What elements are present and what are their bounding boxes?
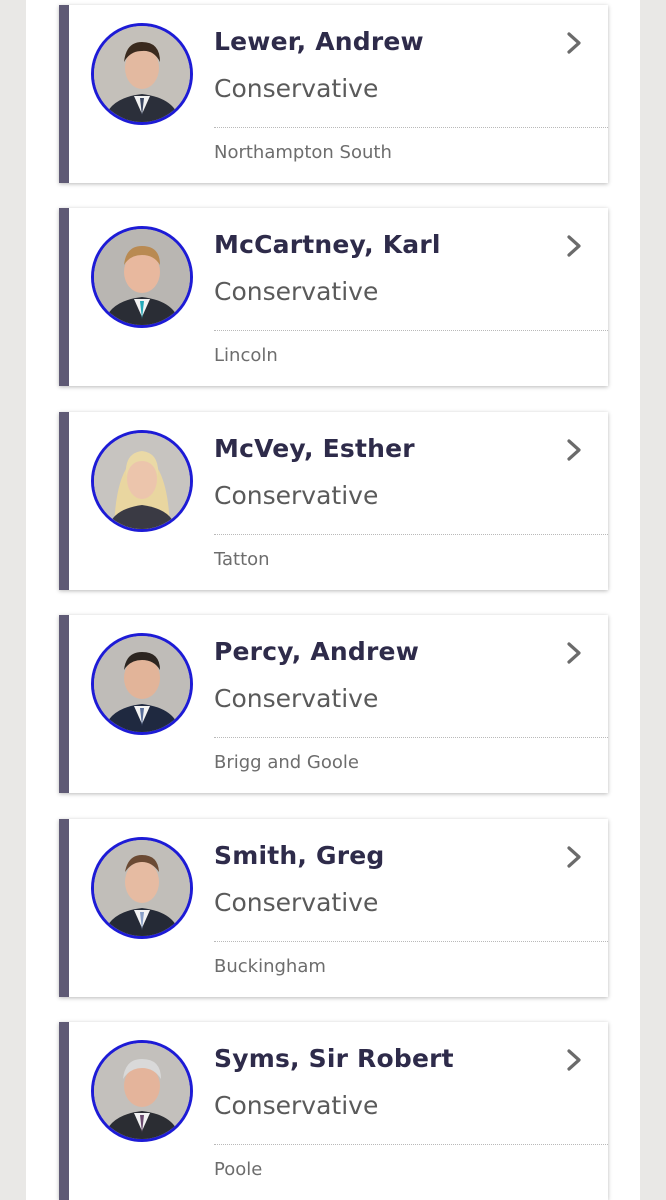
member-party: Conservative [214,1091,379,1120]
member-card-smith-greg[interactable]: Smith, Greg Conservative Buckingham [59,819,608,997]
member-constituency: Lincoln [214,345,278,366]
member-card-syms-sir-robert[interactable]: Syms, Sir Robert Conservative Poole [59,1022,608,1200]
member-card-lewer-andrew[interactable]: Lewer, Andrew Conservative Northampton S… [59,5,608,183]
member-constituency: Buckingham [214,956,326,977]
member-party: Conservative [214,684,379,713]
chevron-right-icon [564,438,584,462]
member-party: Conservative [214,277,379,306]
member-constituency: Brigg and Goole [214,752,359,773]
member-photo [91,226,193,328]
chevron-right-icon [564,1048,584,1072]
member-photo [91,430,193,532]
card-divider [214,941,608,942]
member-party: Conservative [214,74,379,103]
member-card-mcvey-esther[interactable]: McVey, Esther Conservative Tatton [59,412,608,590]
member-photo [91,1040,193,1142]
card-divider [214,534,608,535]
member-photo [91,633,193,735]
member-photo [91,837,193,939]
member-name: Syms, Sir Robert [214,1044,454,1073]
member-card-mccartney-karl[interactable]: McCartney, Karl Conservative Lincoln [59,208,608,386]
member-name: Smith, Greg [214,841,385,870]
member-constituency: Poole [214,1159,263,1180]
member-photo [91,23,193,125]
card-divider [214,330,608,331]
chevron-right-icon [564,31,584,55]
member-name: Percy, Andrew [214,637,420,666]
member-name: McVey, Esther [214,434,415,463]
member-constituency: Tatton [214,549,270,570]
member-constituency: Northampton South [214,142,392,163]
member-party: Conservative [214,888,379,917]
card-divider [214,737,608,738]
chevron-right-icon [564,845,584,869]
member-party: Conservative [214,481,379,510]
card-divider [214,127,608,128]
card-divider [214,1144,608,1145]
chevron-right-icon [564,234,584,258]
member-name: McCartney, Karl [214,230,441,259]
member-name: Lewer, Andrew [214,27,424,56]
chevron-right-icon [564,641,584,665]
member-card-percy-andrew[interactable]: Percy, Andrew Conservative Brigg and Goo… [59,615,608,793]
